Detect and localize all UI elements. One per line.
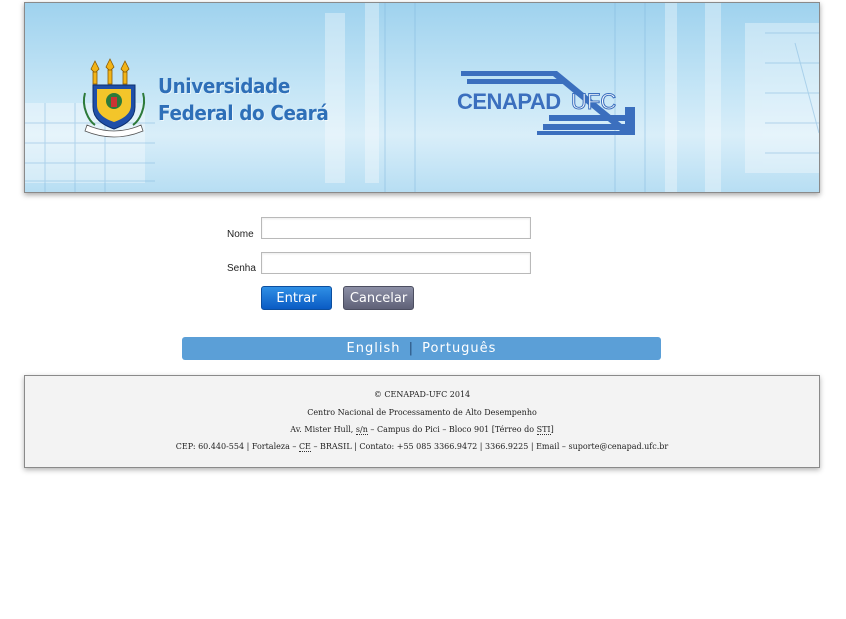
password-input[interactable] <box>261 252 531 274</box>
header-banner: Universidade Federal do Ceará CENAPAD UF… <box>24 2 820 193</box>
language-english-link[interactable]: English <box>347 341 401 356</box>
cenapad-ufc-logo: CENAPAD UFC <box>457 71 635 135</box>
address-part: ] <box>550 425 554 434</box>
logo-text-ufc: UFC <box>571 89 616 114</box>
language-bar: English | Português <box>182 337 661 360</box>
address-sti-abbr: STI <box>536 425 551 435</box>
university-name-line1: Universidade <box>158 74 290 98</box>
name-input[interactable] <box>261 217 531 239</box>
address-sn-abbr: s/n <box>355 425 368 435</box>
address-part: – Campus do Pici – Bloco 901 [Térreo do <box>367 425 537 434</box>
contact-ce-abbr: CE <box>298 442 311 452</box>
login-button[interactable]: Entrar <box>261 286 332 310</box>
footer-address: Av. Mister Hull, s/n – Campus do Pici – … <box>25 425 819 435</box>
name-label: Nome <box>227 229 254 240</box>
footer-copyright: © CENAPAD-UFC 2014 <box>373 390 471 399</box>
address-part: Av. Mister Hull, <box>290 425 356 434</box>
university-name-line2: Federal do Ceará <box>158 101 329 125</box>
password-label: Senha <box>227 263 256 274</box>
language-separator: | <box>408 341 415 356</box>
contact-part: CEP: 60.440-554 | Fortaleza – <box>175 442 299 451</box>
footer-center-name: Centro Nacional de Processamento de Alto… <box>307 408 537 417</box>
logo-text-cenapad: CENAPAD <box>457 89 561 114</box>
footer-contact: CEP: 60.440-554 | Fortaleza – CE – BRASI… <box>25 442 819 452</box>
contact-part: – BRASIL | Contato: +55 085 3366.9472 | … <box>310 442 669 451</box>
ufc-coat-of-arms-icon <box>83 58 145 138</box>
cancel-button[interactable]: Cancelar <box>343 286 414 310</box>
footer: © CENAPAD-UFC 2014 Centro Nacional de Pr… <box>24 375 820 468</box>
language-portuguese-link[interactable]: Português <box>422 341 496 356</box>
